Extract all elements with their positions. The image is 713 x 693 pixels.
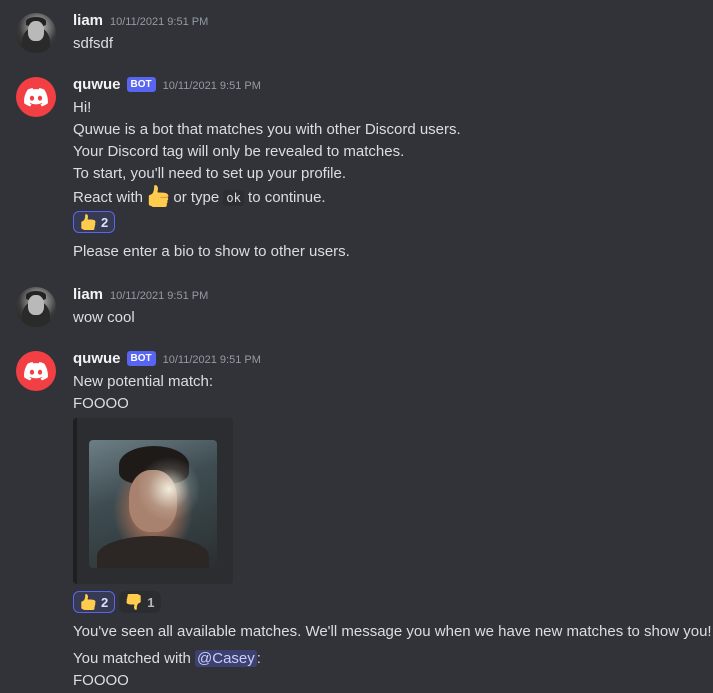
username[interactable]: quwue <box>73 76 121 93</box>
timestamp: 10/11/2021 9:51 PM <box>162 354 261 366</box>
message-text: Please enter a bio to show to other user… <box>73 243 350 260</box>
username[interactable]: liam <box>73 286 103 303</box>
avatar[interactable] <box>16 351 56 391</box>
thumbs-up-icon <box>81 214 96 230</box>
thumbs-up-icon <box>81 594 96 610</box>
message-text: FOOOO <box>73 672 129 689</box>
discord-logo-icon <box>24 361 48 380</box>
message-text: FOOOO <box>73 395 129 412</box>
message-header: liam 10/11/2021 9:51 PM <box>73 286 208 303</box>
message-text: React with or type ok to continue. <box>73 185 326 209</box>
message-text: You've seen all available matches. We'll… <box>73 623 712 640</box>
text-segment: React with <box>73 189 144 206</box>
thumbs-up-icon <box>148 185 169 207</box>
user-mention[interactable]: @Casey <box>195 650 257 667</box>
reactions: 2 <box>73 211 116 233</box>
reaction-count: 1 <box>147 594 155 610</box>
message-text: Your Discord tag will only be revealed t… <box>73 143 405 160</box>
timestamp: 10/11/2021 9:51 PM <box>110 290 209 302</box>
message-text: sdfsdf <box>73 35 114 52</box>
avatar[interactable] <box>16 13 56 53</box>
timestamp: 10/11/2021 9:51 PM <box>162 80 261 92</box>
thumbs-down-icon <box>126 594 141 610</box>
message-text: New potential match: <box>73 373 214 390</box>
reactions: 2 1 <box>73 591 162 613</box>
inline-code: ok <box>223 190 244 206</box>
reaction-count: 2 <box>101 594 109 610</box>
text-segment: You matched with <box>73 650 191 667</box>
match-photo[interactable] <box>89 440 217 568</box>
message-header: quwue BOT 10/11/2021 9:51 PM <box>73 76 261 94</box>
message-header: liam 10/11/2021 9:51 PM <box>73 12 208 29</box>
text-segment: to continue. <box>248 189 326 206</box>
message-header: quwue BOT 10/11/2021 9:51 PM <box>73 350 261 368</box>
username[interactable]: liam <box>73 12 103 29</box>
message-text: Quwue is a bot that matches you with oth… <box>73 121 461 138</box>
text-segment: : <box>256 650 261 667</box>
message-text: You matched with @Casey: <box>73 648 261 670</box>
reaction-thumbs-up[interactable]: 2 <box>73 211 116 233</box>
username[interactable]: quwue <box>73 350 121 367</box>
chat-messages: liam 10/11/2021 9:51 PM sdfsdf quwue BOT… <box>0 0 713 693</box>
avatar[interactable] <box>16 77 56 117</box>
timestamp: 10/11/2021 9:51 PM <box>110 16 209 28</box>
bot-tag: BOT <box>126 351 156 366</box>
avatar[interactable] <box>16 287 56 327</box>
reaction-thumbs-up[interactable]: 2 <box>73 591 116 613</box>
reaction-thumbs-down[interactable]: 1 <box>119 591 162 613</box>
text-segment: or type <box>173 189 220 206</box>
reaction-count: 2 <box>101 214 109 230</box>
message-text: Hi! <box>73 99 92 116</box>
bot-tag: BOT <box>126 77 156 92</box>
discord-logo-icon <box>24 87 48 106</box>
message-text: wow cool <box>73 309 135 326</box>
message-text: To start, you'll need to set up your pro… <box>73 165 347 182</box>
message-embed <box>73 418 233 584</box>
